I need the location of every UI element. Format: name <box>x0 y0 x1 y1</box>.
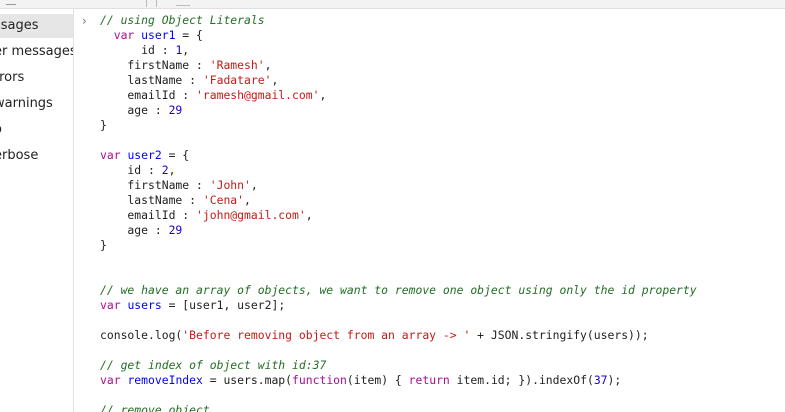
code-token: id : <box>100 163 162 177</box>
code-token: 2 <box>161 163 169 177</box>
code-token: user1 <box>141 28 176 42</box>
code-line: // using Object Literals <box>100 13 697 28</box>
code-line: // remove object <box>100 403 697 412</box>
sidebar-item-warnings[interactable]: warnings <box>0 92 73 116</box>
code-line: emailId : 'john@gmail.com', <box>100 208 697 223</box>
code-token: var <box>100 373 121 387</box>
code-token: age : <box>100 223 169 237</box>
code-line: } <box>100 118 697 133</box>
code-token: firstName : <box>100 178 210 192</box>
toolbar-control[interactable] <box>6 0 16 5</box>
code-token: , <box>264 58 272 72</box>
code-line: var removeIndex = users.map(function(ite… <box>100 373 697 388</box>
code-token: 'Cena' <box>202 193 245 207</box>
sidebar-item-messages[interactable]: ssages <box>0 14 73 38</box>
code-line: firstName : 'Ramesh', <box>100 58 697 73</box>
code-line: id : 1, <box>100 43 697 58</box>
code-token: lastName : <box>100 193 203 207</box>
code-line: var users = [user1, user2]; <box>100 298 697 313</box>
code-token: lastName : <box>100 73 203 87</box>
code-token: function <box>292 373 347 387</box>
code-token: user2 <box>127 148 162 162</box>
sidebar-item-verbose[interactable]: erbose <box>0 144 73 168</box>
code-token: // using Object Literals <box>100 13 265 27</box>
sidebar-item-user-messages[interactable]: er messages <box>0 40 73 64</box>
code-token: removeIndex <box>127 373 203 387</box>
code-token: 'john@gmail.com' <box>196 208 306 222</box>
code-token: users <box>127 298 162 312</box>
code-token: } <box>100 238 107 252</box>
code-line: firstName : 'John', <box>100 178 697 193</box>
code-line: // we have an array of objects, we want … <box>100 283 697 298</box>
code-token: 'Ramesh' <box>209 58 265 72</box>
code-token: } <box>100 118 107 132</box>
code-token: 29 <box>168 223 183 237</box>
code-line: age : 29 <box>100 223 697 238</box>
code-token: var <box>100 148 121 162</box>
code-token: 'ramesh@gmail.com' <box>196 88 320 102</box>
code-token: age : <box>100 103 169 117</box>
code-token: 'John' <box>209 178 251 192</box>
code-token: 29 <box>168 103 183 117</box>
code-token: var <box>100 298 121 312</box>
code-line: var user2 = { <box>100 148 697 163</box>
code-token: // get index of object with id:37 <box>100 358 327 372</box>
toolbar-divider <box>146 0 147 7</box>
code-line: console.log('Before removing object from… <box>100 328 697 343</box>
code-token: = users.map( <box>202 373 293 387</box>
code-line: var user1 = { <box>100 28 697 43</box>
code-token: return <box>408 373 450 387</box>
console-output[interactable]: › // using Object Literals var user1 = {… <box>74 9 785 412</box>
code-token: emailId : <box>100 208 197 222</box>
code-token: id : <box>100 43 176 57</box>
input-prompt-icon: › <box>82 14 87 28</box>
sidebar-item-info[interactable]: o <box>0 118 73 142</box>
code-token: var <box>113 28 135 42</box>
code-token: , <box>271 73 279 87</box>
code-token: = { <box>175 28 203 42</box>
sidebar-item-errors[interactable]: rrors <box>0 66 73 90</box>
code-input[interactable]: // using Object Literals var user1 = { i… <box>100 13 697 412</box>
code-line: age : 29 <box>100 103 697 118</box>
code-token: , <box>305 208 313 222</box>
code-token: , <box>319 88 327 102</box>
code-line: } <box>100 238 697 253</box>
devtools-toolbar <box>0 0 785 9</box>
toolbar-control[interactable] <box>176 0 190 6</box>
code-line: id : 2, <box>100 163 697 178</box>
code-token: = { <box>161 148 190 162</box>
code-token: 'Fadatare' <box>202 73 272 87</box>
toolbar-divider <box>156 0 157 7</box>
code-token: , <box>182 43 190 57</box>
code-token: item.id; }).indexOf( <box>449 373 594 387</box>
code-token: = [user1, user2]; <box>161 298 286 312</box>
code-token: // we have an array of objects, we want … <box>100 283 697 297</box>
code-line: // get index of object with id:37 <box>100 358 697 373</box>
code-line: lastName : 'Cena', <box>100 193 697 208</box>
code-token: firstName : <box>100 58 210 72</box>
code-token: // remove object <box>100 403 210 412</box>
code-token: , <box>168 163 176 177</box>
code-token: 'Before removing object from an array ->… <box>182 328 471 342</box>
console-sidebar: ssages er messages rrors warnings o erbo… <box>0 9 74 412</box>
code-token: (item) { <box>346 373 409 387</box>
code-line: emailId : 'ramesh@gmail.com', <box>100 88 697 103</box>
code-line: lastName : 'Fadatare', <box>100 73 697 88</box>
code-token: 37 <box>593 373 608 387</box>
code-token: console.log( <box>100 328 183 342</box>
code-token: , <box>250 178 258 192</box>
code-token: , <box>244 193 251 207</box>
code-token: emailId : <box>100 88 197 102</box>
code-token: ); <box>607 373 622 387</box>
code-token: + JSON.stringify(users)); <box>470 328 649 342</box>
